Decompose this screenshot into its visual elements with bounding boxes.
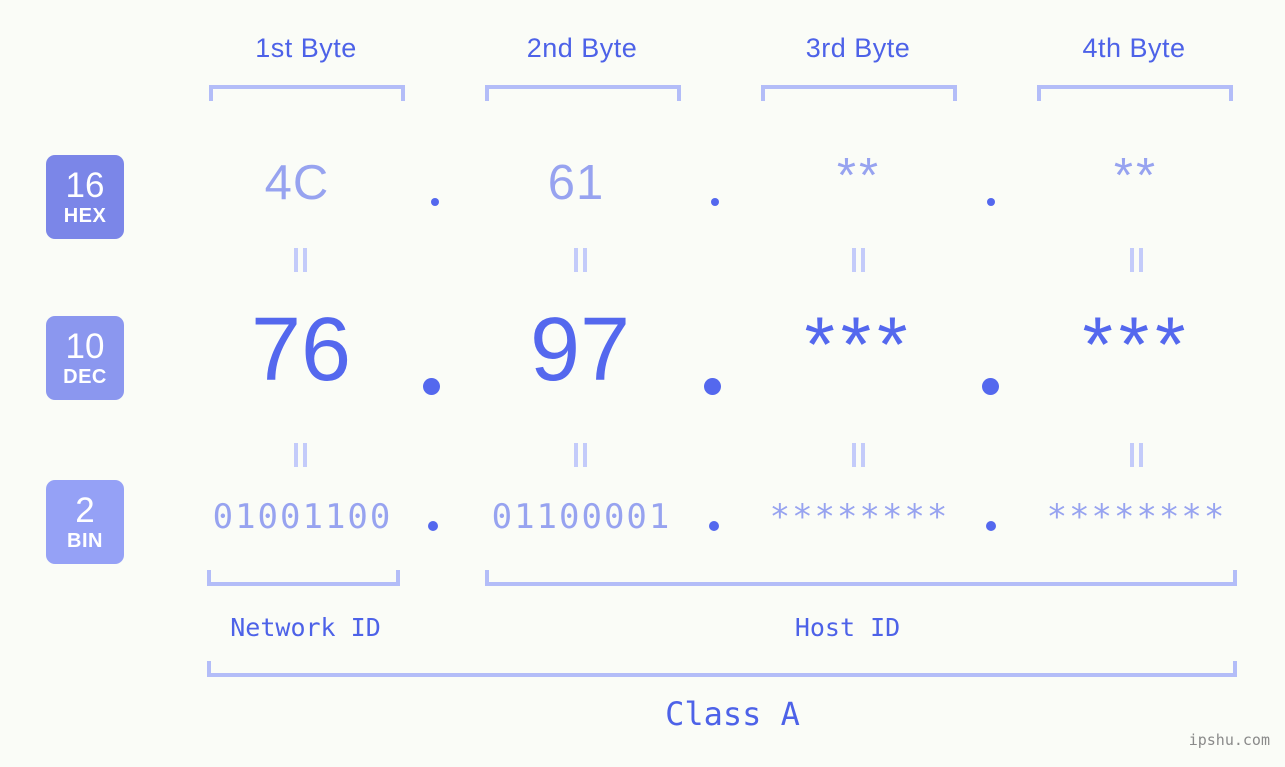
class-bracket bbox=[207, 661, 1237, 677]
hex-byte-3: ** bbox=[836, 149, 882, 203]
ip-address-breakdown-diagram: 1st Byte 2nd Byte 3rd Byte 4th Byte 16 H… bbox=[0, 0, 1285, 767]
byte-header-1: 1st Byte bbox=[255, 33, 357, 63]
class-label: Class A bbox=[665, 695, 800, 733]
byte-bracket-2 bbox=[485, 85, 681, 101]
network-id-bracket bbox=[207, 570, 400, 586]
site-watermark: ipshu.com bbox=[1188, 731, 1270, 749]
radix-badge-bin: 2 BIN bbox=[46, 480, 124, 564]
network-id-label: Network ID bbox=[230, 613, 381, 642]
dec-byte-1: 76 bbox=[250, 300, 352, 400]
bin-dot-separator-3 bbox=[986, 521, 996, 531]
bin-dot-separator-1 bbox=[428, 521, 438, 531]
dec-dot-separator-1 bbox=[423, 378, 440, 395]
radix-badge-dec-number: 10 bbox=[65, 327, 105, 366]
equals-mark-hex-dec-2 bbox=[568, 248, 592, 272]
radix-badge-bin-number: 2 bbox=[75, 491, 95, 530]
hex-dot-separator-2 bbox=[711, 198, 719, 206]
hex-byte-2: 61 bbox=[547, 156, 605, 210]
radix-badge-hex-number: 16 bbox=[65, 166, 105, 205]
bin-byte-1: 01001100 bbox=[212, 497, 393, 537]
byte-header-3: 3rd Byte bbox=[805, 33, 911, 63]
radix-badge-dec: 10 DEC bbox=[46, 316, 124, 400]
dec-byte-3: *** bbox=[804, 300, 914, 388]
byte-header-4: 4th Byte bbox=[1082, 33, 1186, 63]
byte-bracket-3 bbox=[761, 85, 957, 101]
host-id-label: Host ID bbox=[794, 613, 901, 642]
equals-mark-hex-dec-3 bbox=[846, 248, 870, 272]
hex-dot-separator-3 bbox=[987, 198, 995, 206]
bin-byte-3: ******** bbox=[769, 497, 950, 537]
byte-bracket-4 bbox=[1037, 85, 1233, 101]
radix-badge-dec-name: DEC bbox=[63, 366, 107, 388]
bin-byte-2: 01100001 bbox=[491, 497, 672, 537]
dec-byte-2: 97 bbox=[529, 300, 631, 400]
dec-dot-separator-2 bbox=[704, 378, 721, 395]
dec-byte-4: *** bbox=[1082, 300, 1192, 388]
byte-header-2: 2nd Byte bbox=[526, 33, 638, 63]
hex-byte-4: ** bbox=[1113, 149, 1159, 203]
byte-bracket-1 bbox=[209, 85, 405, 101]
bin-dot-separator-2 bbox=[709, 521, 719, 531]
bin-byte-4: ******** bbox=[1046, 497, 1227, 537]
equals-mark-hex-dec-1 bbox=[288, 248, 312, 272]
equals-mark-dec-bin-4 bbox=[1124, 443, 1148, 467]
host-id-bracket bbox=[485, 570, 1237, 586]
radix-badge-hex: 16 HEX bbox=[46, 155, 124, 239]
equals-mark-dec-bin-2 bbox=[568, 443, 592, 467]
hex-dot-separator-1 bbox=[431, 198, 439, 206]
radix-badge-hex-name: HEX bbox=[63, 205, 107, 227]
dec-dot-separator-3 bbox=[982, 378, 999, 395]
equals-mark-dec-bin-3 bbox=[846, 443, 870, 467]
hex-byte-1: 4C bbox=[264, 156, 330, 210]
radix-badge-bin-name: BIN bbox=[67, 530, 103, 552]
equals-mark-dec-bin-1 bbox=[288, 443, 312, 467]
equals-mark-hex-dec-4 bbox=[1124, 248, 1148, 272]
